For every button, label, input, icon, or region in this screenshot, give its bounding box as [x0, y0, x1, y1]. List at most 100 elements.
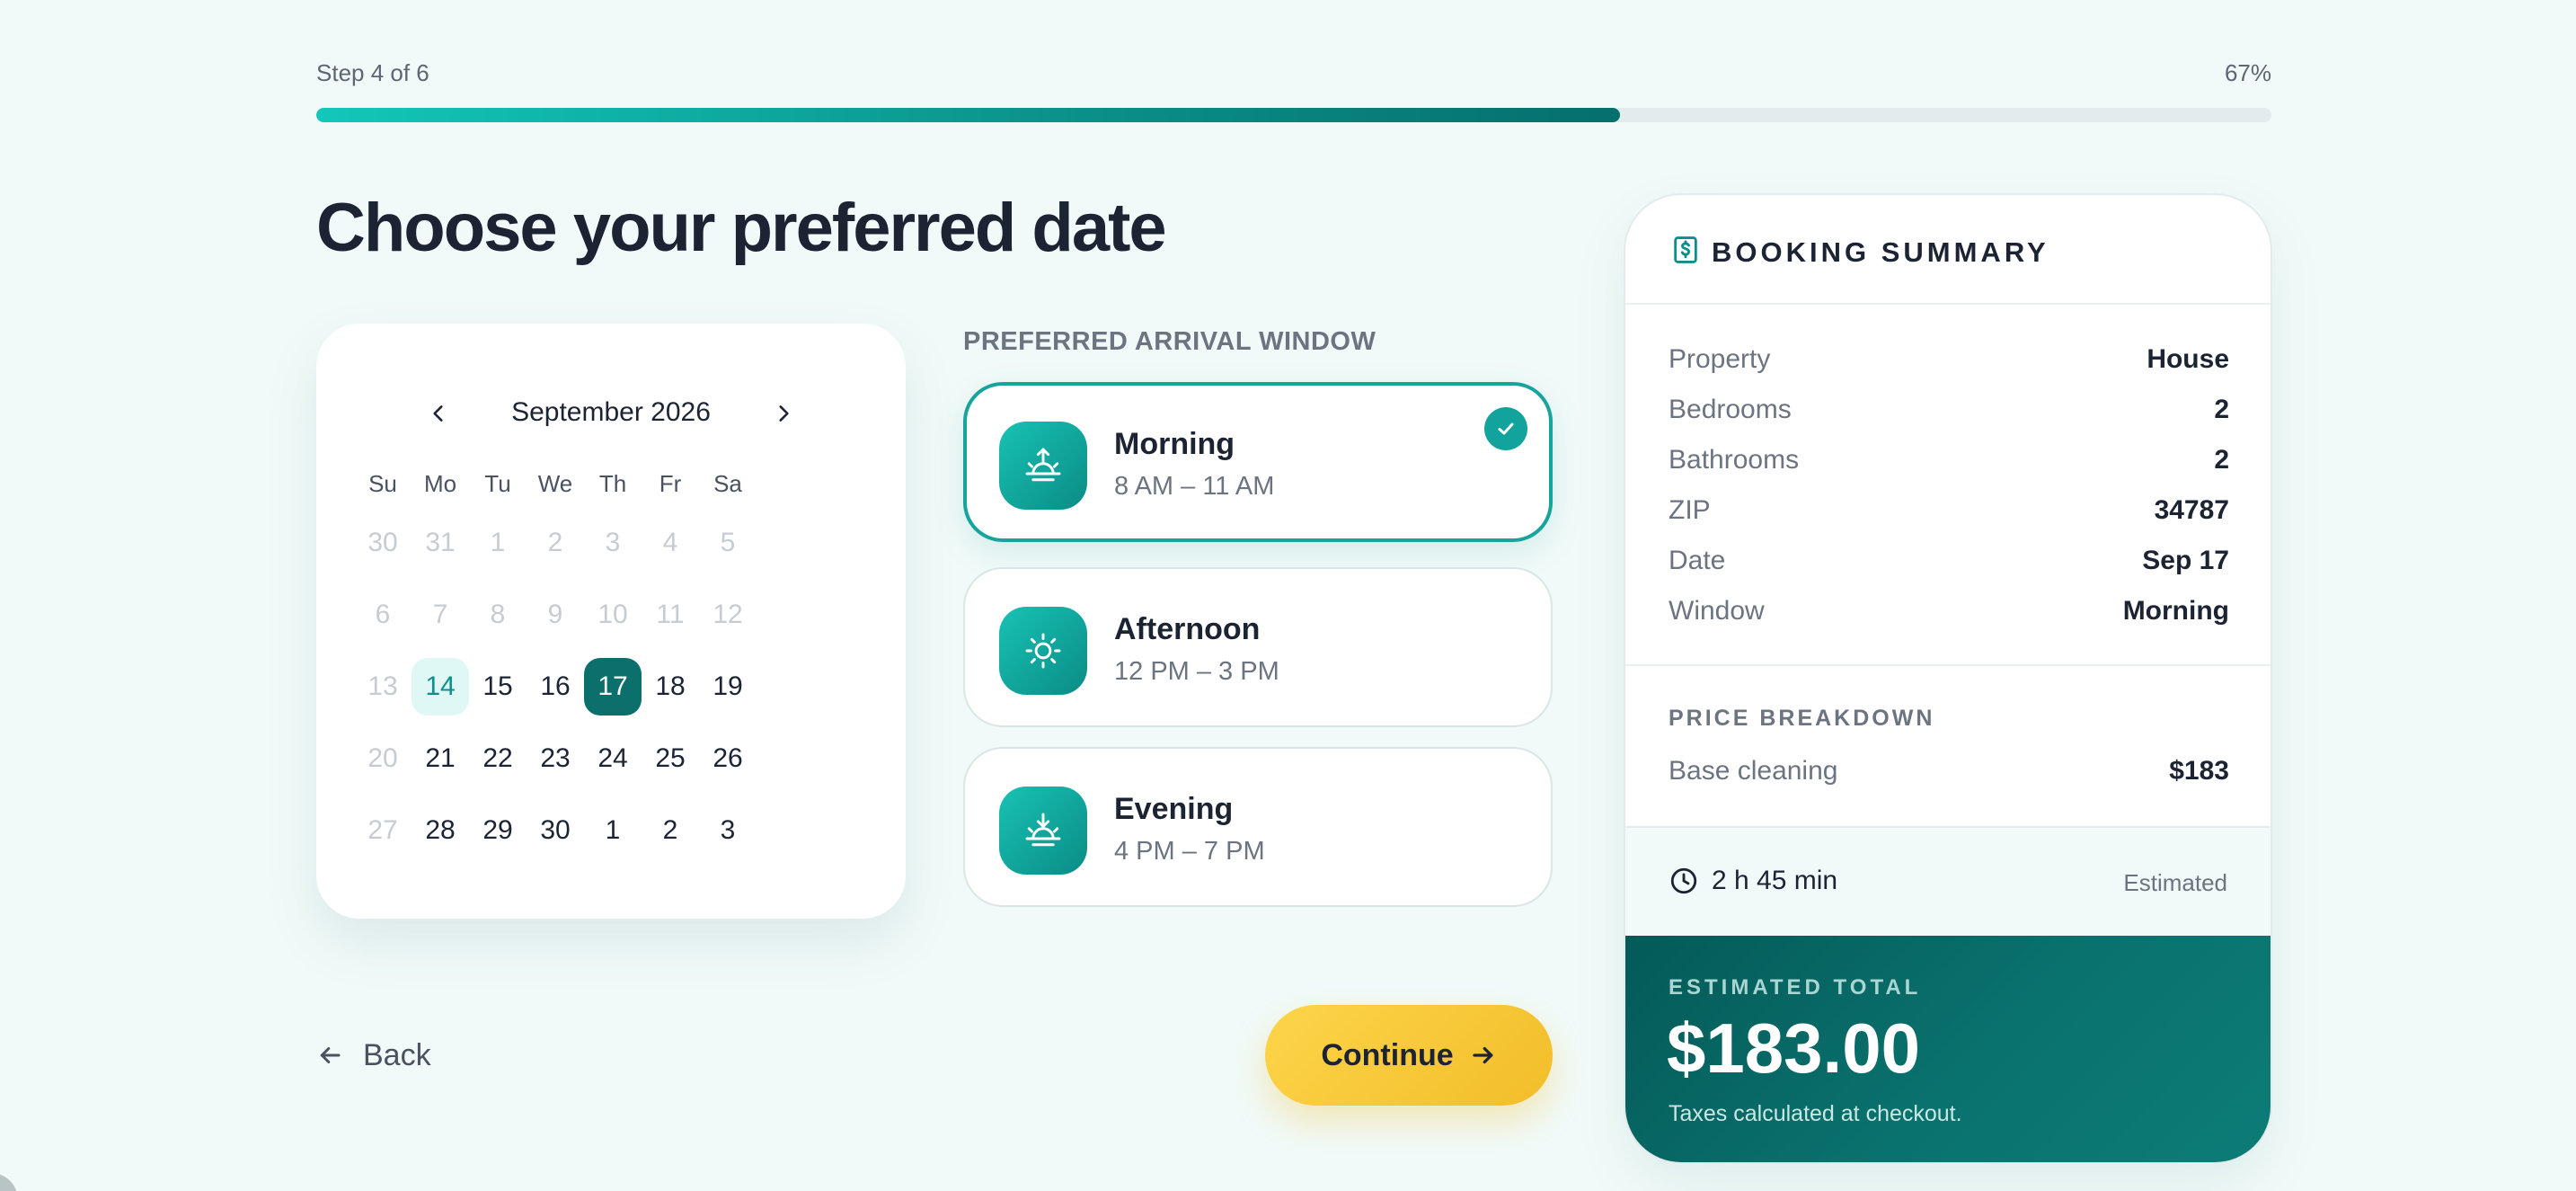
calendar-day: 6: [375, 600, 391, 629]
chevron-right-icon: [779, 405, 789, 422]
sunset-icon: [1025, 813, 1061, 847]
calendar-day[interactable]: 24: [584, 730, 642, 787]
calendar-day[interactable]: 29: [469, 802, 527, 859]
calendar-day[interactable]: 15: [469, 658, 527, 715]
sunrise-icon: [1025, 448, 1061, 482]
calendar-day-selected[interactable]: 17: [584, 658, 642, 715]
price-breakdown-label: PRICE BREAKDOWN: [1669, 706, 1935, 731]
arrival-option-afternoon[interactable]: Afternoon 12 PM – 3 PM: [963, 567, 1553, 727]
row-value: Morning: [2122, 596, 2229, 626]
row-label: Date: [1669, 546, 1726, 575]
calendar-day[interactable]: 23: [527, 730, 584, 787]
calendar-day: 11: [656, 600, 685, 629]
row-value: 2: [2214, 445, 2229, 475]
row-label: Bathrooms: [1669, 445, 1800, 475]
calendar-day: 31: [425, 528, 456, 557]
calendar-day: 8: [490, 600, 506, 629]
calendar-day[interactable]: 30: [527, 802, 584, 859]
progress-fill: [316, 108, 1621, 122]
clock-icon: [1670, 867, 1697, 894]
receipt-dollar-icon: [1674, 236, 1697, 263]
weekday-header: We: [537, 469, 573, 497]
sun-icon: [1025, 633, 1061, 669]
calendar-day[interactable]: 26: [699, 730, 757, 787]
duration-estimate: 2 h 45 min Estimated: [1625, 826, 2271, 936]
row-value: 2: [2214, 395, 2229, 424]
calendar-day: 20: [367, 743, 398, 773]
calendar-day[interactable]: 22: [469, 730, 527, 787]
total-amount: $183.00: [1667, 1009, 1920, 1088]
summary-title: BOOKING SUMMARY: [1712, 236, 2049, 268]
weekday-header: Sa: [713, 469, 742, 497]
estimated-total-panel: ESTIMATED TOTAL $183.00 Taxes calculated…: [1625, 936, 2271, 1162]
row-value: Sep 17: [2142, 546, 2229, 575]
summary-row-bedrooms: Bedrooms 2: [1669, 395, 2229, 431]
page-title: Choose your preferred date: [316, 190, 1167, 266]
progress-percent: 67%: [2224, 59, 2271, 86]
calendar-day: 1: [490, 528, 506, 557]
window-icon-tile: [999, 787, 1087, 875]
calendar-day[interactable]: 2: [642, 802, 699, 859]
calendar-day: 13: [367, 671, 398, 701]
window-name: Evening: [1114, 792, 1234, 826]
continue-button[interactable]: Continue: [1265, 1005, 1553, 1106]
step-label: Step 4 of 6: [316, 59, 429, 86]
price-row-base-cleaning: Base cleaning $183: [1669, 756, 2229, 792]
arrow-left-icon: [320, 1047, 341, 1063]
arrow-right-icon: [1473, 1046, 1493, 1064]
window-icon-tile: [999, 607, 1087, 695]
row-label: Property: [1669, 344, 1771, 374]
row-label: ZIP: [1669, 495, 1711, 525]
calendar-day: 3: [605, 528, 621, 557]
total-label: ESTIMATED TOTAL: [1669, 975, 1922, 1000]
arrival-option-evening[interactable]: Evening 4 PM – 7 PM: [963, 747, 1553, 907]
calendar-day-today[interactable]: 14: [412, 658, 469, 715]
window-time: 4 PM – 7 PM: [1114, 837, 1265, 866]
window-time: 8 AM – 11 AM: [1114, 472, 1275, 501]
back-label: Back: [363, 1037, 431, 1072]
summary-row-bathrooms: Bathrooms 2: [1669, 445, 2229, 481]
previous-month-button[interactable]: [413, 388, 464, 439]
calendar-day[interactable]: 16: [527, 658, 584, 715]
row-label: Window: [1669, 596, 1765, 626]
calendar-day[interactable]: 18: [642, 658, 699, 715]
progress-bar: [316, 108, 2271, 122]
calendar-day[interactable]: 19: [699, 658, 757, 715]
tax-note: Taxes calculated at checkout.: [1669, 1101, 1962, 1126]
summary-divider: [1625, 664, 2271, 666]
weekday-header: Tu: [484, 469, 511, 497]
row-label: Base cleaning: [1669, 756, 1838, 786]
next-month-button[interactable]: [758, 388, 809, 439]
calendar-day: 27: [367, 815, 398, 845]
weekday-header: Fr: [659, 469, 682, 497]
check-icon: [1498, 422, 1514, 435]
calendar-day[interactable]: 25: [642, 730, 699, 787]
duration-value: 2 h 45 min: [1712, 866, 1838, 895]
duration-note: Estimated: [2123, 869, 2227, 896]
summary-row-property: Property House: [1669, 344, 2229, 380]
summary-row-date: Date Sep 17: [1669, 546, 2229, 582]
weekday-header: Th: [598, 469, 627, 497]
summary-header: BOOKING SUMMARY: [1625, 195, 2271, 305]
window-name: Afternoon: [1114, 612, 1261, 646]
corner-decoration: [0, 1173, 18, 1191]
calendar-day[interactable]: 1: [584, 802, 642, 859]
progress-header: Step 4 of 6 67%: [316, 59, 2271, 86]
continue-label: Continue: [1321, 1037, 1454, 1072]
chevron-left-icon: [433, 405, 443, 422]
calendar-day: 12: [713, 600, 743, 629]
calendar-day: 30: [367, 528, 398, 557]
calendar-day[interactable]: 21: [412, 730, 469, 787]
calendar-day: 2: [547, 528, 563, 557]
weekday-header: Mo: [423, 469, 457, 497]
calendar-day[interactable]: 3: [699, 802, 757, 859]
arrival-option-morning[interactable]: Morning 8 AM – 11 AM: [963, 382, 1553, 542]
calendar-month-label: September 2026: [511, 397, 711, 427]
calendar-day: 10: [598, 600, 628, 629]
summary-row-window: Window Morning: [1669, 596, 2229, 632]
calendar-day[interactable]: 28: [412, 802, 469, 859]
booking-summary-card: BOOKING SUMMARY Property House Bedrooms …: [1624, 193, 2272, 1164]
window-name: Morning: [1114, 427, 1235, 461]
row-value: 34787: [2154, 495, 2229, 525]
back-button[interactable]: Back: [316, 1035, 431, 1075]
